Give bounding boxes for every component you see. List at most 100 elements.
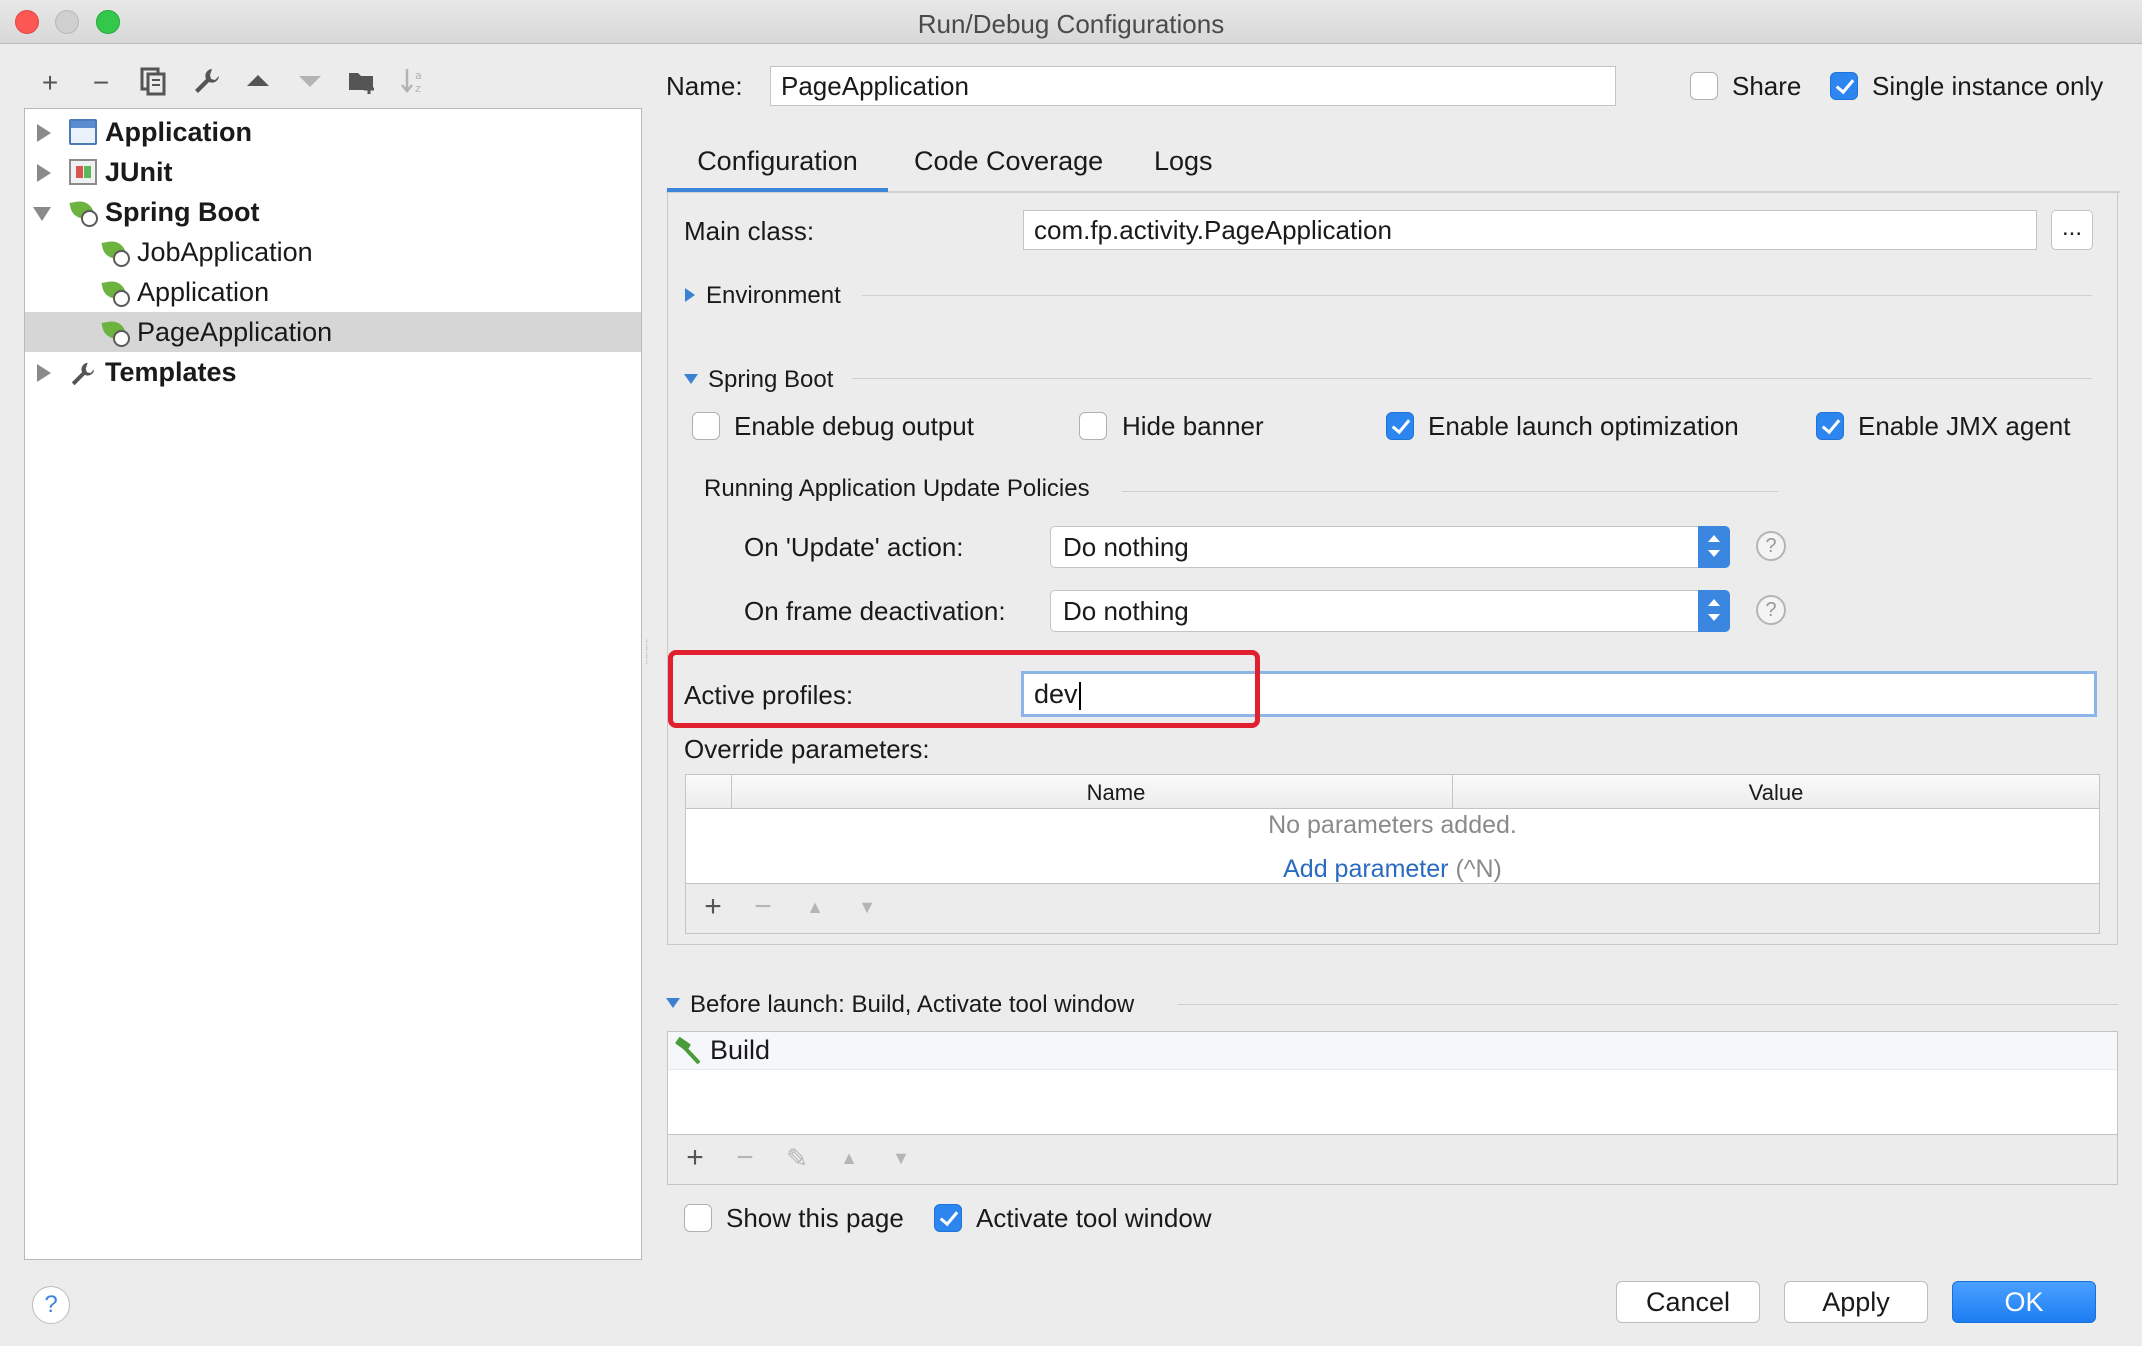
- share-label: Share: [1732, 71, 1802, 101]
- frame-deactivation-value: Do nothing: [1063, 596, 1189, 626]
- expand-arrow-icon[interactable]: [37, 164, 51, 182]
- before-launch-collapse-icon[interactable]: [666, 998, 680, 1008]
- main-class-field[interactable]: com.fp.activity.PageApplication: [1023, 210, 2037, 250]
- copy-icon[interactable]: [136, 66, 170, 100]
- add-parameter-link[interactable]: Add parameter: [1283, 855, 1448, 883]
- before-launch-divider: [1178, 1004, 2118, 1005]
- wrench-icon: [69, 359, 97, 386]
- chevron-updown-icon: [1698, 526, 1730, 568]
- tree-item-spring-boot[interactable]: Spring Boot: [25, 192, 641, 232]
- single-instance-checkbox[interactable]: [1830, 72, 1858, 100]
- build-task-label: Build: [710, 1035, 771, 1065]
- help-icon[interactable]: ?: [1756, 595, 1786, 625]
- add-parameter-shortcut: (^N): [1455, 855, 1502, 883]
- collapse-arrow-icon[interactable]: [33, 207, 51, 221]
- junit-icon: [69, 159, 97, 185]
- list-item[interactable]: Build: [668, 1032, 2117, 1070]
- move-up-icon[interactable]: ▲: [800, 892, 830, 922]
- override-parameters-table: Name Value No parameters added. Add para…: [685, 774, 2100, 934]
- expand-arrow-icon[interactable]: [37, 364, 51, 382]
- tree-item-page-application[interactable]: PageApplication: [25, 312, 641, 352]
- edit-icon[interactable]: ✎: [782, 1143, 812, 1173]
- move-down-icon[interactable]: ▼: [886, 1143, 916, 1173]
- splitter-handle[interactable]: ⁞ ⁞ ⁞: [645, 638, 651, 680]
- annotation-highlight-box: [668, 650, 1260, 728]
- tab-code-coverage[interactable]: Code Coverage: [914, 142, 1103, 192]
- wrench-icon[interactable]: [190, 66, 224, 100]
- enable-debug-output-label: Enable debug output: [734, 411, 974, 441]
- tree-item-templates[interactable]: Templates: [25, 352, 641, 392]
- chevron-updown-icon: [1698, 590, 1730, 632]
- enable-jmx-agent-checkbox[interactable]: [1816, 412, 1844, 440]
- spring-boot-section-label[interactable]: Spring Boot: [708, 366, 833, 394]
- help-icon[interactable]: ?: [1756, 531, 1786, 561]
- move-down-icon[interactable]: ▼: [852, 892, 882, 922]
- add-parameter-row: Add parameter (^N): [686, 855, 2099, 884]
- cancel-button[interactable]: Cancel: [1616, 1281, 1760, 1323]
- before-launch-toolbar: + − ✎ ▲ ▼: [668, 1134, 2117, 1184]
- tree-item-junit[interactable]: JUnit: [25, 152, 641, 192]
- enable-debug-output-checkbox[interactable]: [692, 412, 720, 440]
- help-button[interactable]: ?: [32, 1286, 70, 1324]
- application-icon: [69, 119, 97, 145]
- run-debug-configurations-dialog: Run/Debug Configurations + − az Applicat…: [0, 0, 2142, 1346]
- table-toolbar: + − ▲ ▼: [686, 883, 2099, 933]
- main-class-label: Main class:: [684, 216, 815, 246]
- hide-banner-checkbox[interactable]: [1079, 412, 1107, 440]
- activate-tool-window-checkbox[interactable]: [934, 1204, 962, 1232]
- empty-table-text: No parameters added.: [1268, 811, 1517, 839]
- before-launch-list: Build + − ✎ ▲ ▼: [667, 1031, 2118, 1185]
- environment-section-label[interactable]: Environment: [706, 282, 841, 310]
- move-up-icon[interactable]: [241, 66, 275, 100]
- ok-button[interactable]: OK: [1952, 1281, 2096, 1323]
- before-launch-label[interactable]: Before launch: Build, Activate tool wind…: [690, 991, 1134, 1019]
- activate-tool-window-label: Activate tool window: [976, 1203, 1212, 1233]
- enable-launch-optimization-checkbox[interactable]: [1386, 412, 1414, 440]
- remove-icon[interactable]: −: [84, 66, 118, 100]
- update-policies-divider: [1122, 491, 1778, 492]
- frame-deactivation-select[interactable]: Do nothing: [1050, 590, 1730, 632]
- enable-jmx-agent-label: Enable JMX agent: [1858, 411, 2071, 441]
- new-folder-icon[interactable]: [346, 66, 380, 100]
- tab-logs[interactable]: Logs: [1154, 142, 1213, 192]
- environment-expand-icon[interactable]: [685, 288, 695, 302]
- svg-text:z: z: [415, 82, 421, 95]
- spring-boot-app-icon: [101, 279, 131, 307]
- add-icon[interactable]: +: [33, 66, 67, 100]
- remove-icon[interactable]: −: [730, 1143, 760, 1173]
- override-parameters-label: Override parameters:: [684, 734, 930, 764]
- single-instance-label: Single instance only: [1872, 71, 2104, 101]
- name-field[interactable]: PageApplication: [770, 66, 1616, 106]
- share-checkbox[interactable]: [1690, 72, 1718, 100]
- tree-item-job-application[interactable]: JobApplication: [25, 232, 641, 272]
- column-header-value[interactable]: Value: [1453, 780, 2099, 806]
- remove-icon[interactable]: −: [748, 892, 778, 922]
- frame-deactivation-label: On frame deactivation:: [744, 596, 1006, 626]
- spring-boot-icon: [69, 199, 99, 227]
- move-up-icon[interactable]: ▲: [834, 1143, 864, 1173]
- tree-item-application[interactable]: Application: [25, 112, 641, 152]
- move-down-icon[interactable]: [293, 66, 327, 100]
- add-icon[interactable]: +: [698, 892, 728, 922]
- sort-icon[interactable]: az: [397, 66, 431, 100]
- browse-main-class-button[interactable]: ...: [2051, 210, 2093, 250]
- column-header-name[interactable]: Name: [732, 780, 1500, 806]
- spring-boot-app-icon: [101, 319, 131, 347]
- tree-item-application-child[interactable]: Application: [25, 272, 641, 312]
- name-label: Name:: [666, 71, 743, 101]
- hammer-icon: [672, 1036, 704, 1073]
- window-title: Run/Debug Configurations: [917, 9, 1225, 39]
- expand-arrow-icon[interactable]: [37, 124, 51, 142]
- show-this-page-checkbox[interactable]: [684, 1204, 712, 1232]
- spring-boot-collapse-icon[interactable]: [684, 374, 698, 384]
- update-action-value: Do nothing: [1063, 532, 1189, 562]
- apply-button[interactable]: Apply: [1784, 1281, 1928, 1323]
- environment-divider: [862, 295, 2092, 296]
- add-icon[interactable]: +: [680, 1143, 710, 1173]
- spring-boot-divider: [852, 378, 2092, 379]
- tab-configuration[interactable]: Configuration: [667, 142, 888, 192]
- table-header: Name Value: [686, 775, 2099, 809]
- hide-banner-label: Hide banner: [1122, 411, 1264, 441]
- configuration-tree: Application JUnit Spring Boot JobApplica…: [24, 108, 642, 1260]
- update-action-select[interactable]: Do nothing: [1050, 526, 1730, 568]
